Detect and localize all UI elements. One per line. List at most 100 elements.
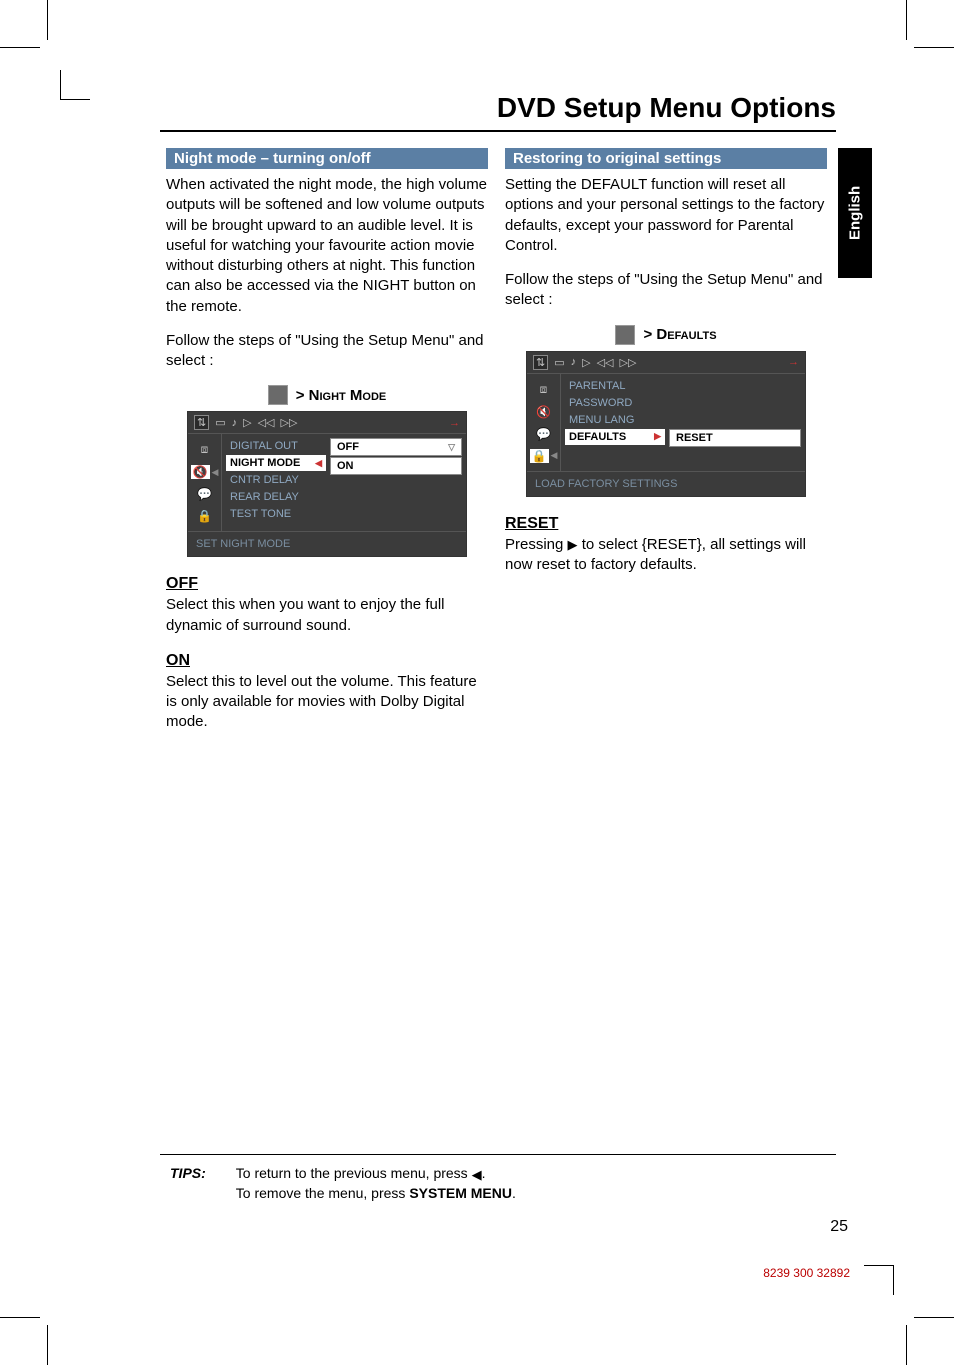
on-body: Select this to level out the volume. Thi…: [166, 672, 488, 733]
off-body: Select this when you want to enjoy the f…: [166, 595, 488, 636]
crop-mark: [47, 0, 48, 40]
tips: TIPS: To return to the previous menu, pr…: [170, 1164, 836, 1203]
crop-mark: [914, 47, 954, 48]
osd-spacer: [669, 378, 801, 394]
triangle-left-icon: ◀: [315, 458, 322, 469]
tips-line-1: To return to the previous menu, press ◀.: [236, 1164, 516, 1184]
osd-top-icon: ⇅: [533, 355, 548, 370]
section-bar-restore: Restoring to original settings: [505, 148, 827, 169]
osd-spacer: [669, 395, 801, 411]
osd-menu-item-label: DEFAULTS: [569, 431, 626, 443]
crop-mark: [0, 1317, 40, 1318]
breadcrumb-night-mode: > Night Mode: [166, 385, 488, 405]
osd-top-icon: ▷▷: [281, 416, 298, 429]
osd-footer: SET NIGHT MODE: [188, 531, 466, 556]
intro-text: When activated the night mode, the high …: [166, 175, 488, 317]
section-bar-night-mode: Night mode – turning on/off: [166, 148, 488, 169]
triangle-left-icon: ◀: [472, 1168, 482, 1181]
osd-top-icon: ▭: [554, 356, 564, 369]
osd-menu: DIGITAL OUT NIGHT MODE ◀ CNTR DELAY REAR…: [222, 434, 466, 531]
triangle-left-icon: ◀: [212, 467, 219, 478]
osd-top-icons: ⇅ ▭ ♪ ▷ ◁◁ ▷▷ →: [188, 412, 466, 434]
subhead-off: OFF: [166, 575, 488, 593]
crop-mark: [906, 0, 907, 40]
osd-night-mode: ⇅ ▭ ♪ ▷ ◁◁ ▷▷ → ⧈ 🔇 ◀ 💬 🔒: [187, 411, 467, 557]
crop-mark: [914, 1317, 954, 1318]
tips-text: To return to the previous menu, press: [236, 1165, 472, 1181]
osd-spacer: [669, 412, 801, 428]
osd-left-icon: 🔒: [197, 509, 212, 523]
osd-footer: LOAD FACTORY SETTINGS: [527, 471, 805, 496]
tips-rule: [160, 1154, 836, 1155]
osd-top-icon: ♪: [232, 417, 238, 429]
osd-menu-item-active: DEFAULTS ▶: [565, 429, 665, 445]
osd-menu-item: CNTR DELAY: [226, 472, 326, 488]
document-code: 8239 300 32892: [763, 1266, 850, 1280]
osd-arrow-icon: →: [788, 356, 799, 368]
osd-menu-list: PARENTAL PASSWORD MENU LANG DEFAULTS ▶: [565, 378, 665, 467]
column-left: Night mode – turning on/off When activat…: [166, 148, 488, 749]
tips-content: To return to the previous menu, press ◀.…: [236, 1164, 516, 1203]
osd-option-off: OFF ▽: [330, 438, 462, 456]
tips-line-2: To remove the menu, press SYSTEM MENU.: [236, 1184, 516, 1204]
page-number: 25: [830, 1218, 848, 1236]
osd-defaults: ⇅ ▭ ♪ ▷ ◁◁ ▷▷ → ⧈ 🔇 💬 🔒 ◀: [526, 351, 806, 497]
osd-menu-item: REAR DELAY: [226, 489, 326, 505]
osd-body: ⧈ 🔇 💬 🔒 ◀ PARENTAL PASSWORD MENU LANG D: [527, 374, 805, 471]
osd-left-icon: ⧈: [540, 382, 548, 397]
osd-option-reset: RESET: [669, 429, 801, 447]
osd-menu-item-label: NIGHT MODE: [230, 457, 300, 469]
crop-mark: [906, 1325, 907, 1365]
osd-top-icon: ◁◁: [597, 356, 614, 369]
subhead-reset: RESET: [505, 515, 827, 533]
osd-menu-item: PARENTAL: [565, 378, 665, 394]
intro-text: Setting the DEFAULT function will reset …: [505, 175, 827, 256]
osd-left-icons: ⧈ 🔇 ◀ 💬 🔒: [188, 434, 222, 531]
subhead-on: ON: [166, 652, 488, 670]
osd-top-icon: ♪: [571, 356, 577, 368]
osd-left-icon-active: 🔇 ◀: [191, 465, 219, 479]
osd-option-label: OFF: [337, 441, 359, 453]
osd-top-icon: ▷: [582, 356, 590, 369]
osd-options: RESET: [669, 378, 801, 467]
osd-top-icon: ▷▷: [620, 356, 637, 369]
osd-top-icon: ▷: [243, 416, 251, 429]
osd-left-icon: 💬: [197, 487, 212, 501]
tips-text: To remove the menu, press: [236, 1185, 410, 1201]
osd-menu-item: DIGITAL OUT: [226, 438, 326, 454]
page: DVD Setup Menu Options English Night mod…: [0, 0, 954, 1365]
follow-steps-text: Follow the steps of "Using the Setup Men…: [166, 331, 488, 372]
osd-option-label: ON: [337, 460, 354, 472]
osd-arrow-icon: →: [449, 417, 460, 429]
breadcrumb-defaults: > Defaults: [505, 325, 827, 345]
osd-menu-item-active: NIGHT MODE ◀: [226, 455, 326, 471]
language-tab: English: [838, 148, 872, 278]
osd-menu-list: DIGITAL OUT NIGHT MODE ◀ CNTR DELAY REAR…: [226, 438, 326, 527]
tips-label: TIPS:: [170, 1164, 206, 1203]
column-right: Restoring to original settings Setting t…: [505, 148, 827, 591]
triangle-left-icon: ◀: [551, 450, 558, 461]
osd-left-icon: ⧈: [201, 442, 209, 457]
breadcrumb-icon: [268, 385, 288, 405]
follow-steps-text: Follow the steps of "Using the Setup Men…: [505, 270, 827, 311]
breadcrumb-icon: [615, 325, 635, 345]
osd-top-icons: ⇅ ▭ ♪ ▷ ◁◁ ▷▷ →: [527, 352, 805, 374]
osd-top-icon: ⇅: [194, 415, 209, 430]
osd-top-icon: ◁◁: [258, 416, 275, 429]
osd-left-icon-active: 🔒 ◀: [530, 449, 558, 463]
osd-left-icon: 💬: [536, 427, 551, 441]
breadcrumb-label: > Defaults: [643, 326, 716, 343]
osd-top-icon: ▭: [215, 416, 225, 429]
tips-text: .: [482, 1165, 486, 1181]
triangle-down-icon: ▽: [448, 442, 455, 453]
crop-mark: [47, 1325, 48, 1365]
osd-options: OFF ▽ ON: [330, 438, 462, 527]
osd-body: ⧈ 🔇 ◀ 💬 🔒 DIGITAL OUT NIGHT MODE ◀: [188, 434, 466, 531]
osd-menu-item: TEST TONE: [226, 506, 326, 522]
reset-body-part: Pressing: [505, 536, 568, 553]
osd-left-icon: 🔇: [536, 405, 551, 419]
osd-menu-item: MENU LANG: [565, 412, 665, 428]
tips-text: .: [512, 1185, 516, 1201]
osd-option-on: ON: [330, 457, 462, 475]
crop-inner: [854, 1265, 894, 1305]
